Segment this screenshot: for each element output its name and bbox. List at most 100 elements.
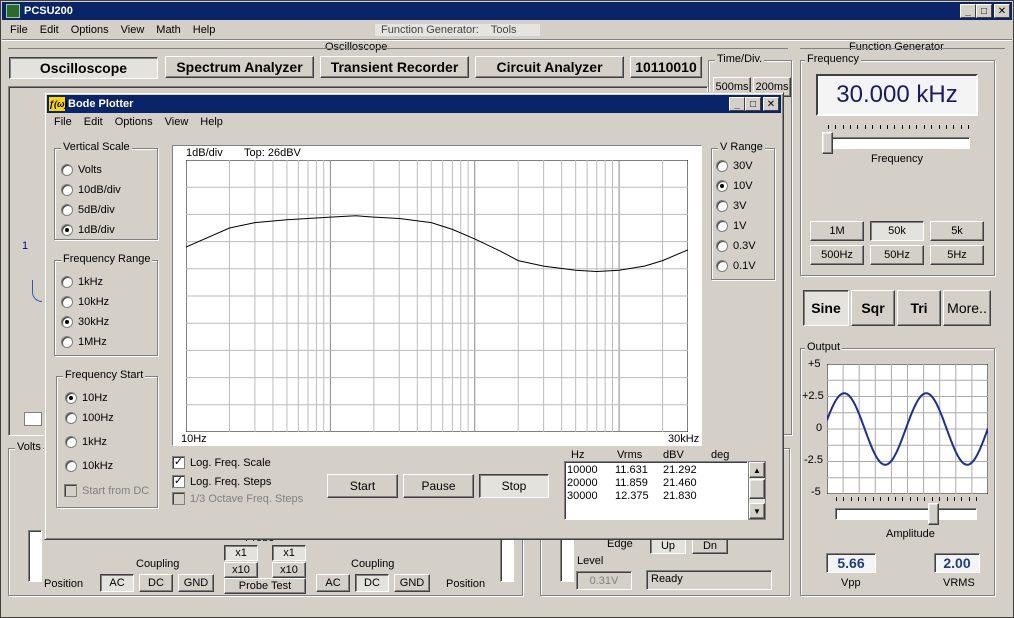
bode-minimize-button[interactable]: _	[729, 97, 745, 111]
wave-sine-button[interactable]: Sine	[803, 290, 849, 326]
table-row[interactable]: 10000 11.631 21.292	[567, 464, 745, 477]
menu-options[interactable]: Options	[65, 24, 115, 36]
vertical-scale-radio-5db-div[interactable]: 5dB/div	[61, 204, 115, 216]
frequency-range-radio-30khz[interactable]: 30kHz	[61, 316, 109, 328]
main-close-button[interactable]: ✕	[994, 4, 1010, 18]
start-from-dc-checkbox[interactable]: Start from DC	[64, 484, 149, 497]
bode-menu-edit[interactable]: Edit	[78, 116, 109, 128]
coupling-left-dc-button[interactable]: DC	[139, 574, 173, 592]
frequency-range-radio-10khz[interactable]: 10kHz	[61, 296, 109, 308]
table-row[interactable]: 20000 11.859 21.460	[567, 477, 745, 490]
coupling-left-gnd-button[interactable]: GND	[178, 574, 214, 592]
wave-more-button[interactable]: More..	[943, 290, 991, 326]
table-row[interactable]: 30000 12.375 21.830	[567, 490, 745, 503]
slider-tick	[953, 497, 955, 501]
v-range-radio-30v[interactable]: 30V	[716, 160, 753, 172]
menu-edit[interactable]: Edit	[34, 24, 65, 36]
output-group-title: Output	[805, 341, 843, 353]
coupling-right-ac-button[interactable]: AC	[316, 574, 350, 592]
slider-tick	[835, 125, 837, 129]
range-1m-button[interactable]: 1M	[810, 221, 864, 241]
bode-menu-file[interactable]: File	[48, 116, 78, 128]
v-range-radio-10v[interactable]: 10V	[716, 180, 753, 192]
radio-label: 1dB/div	[78, 224, 115, 236]
vertical-scale-radio-1db-div[interactable]: 1dB/div	[61, 224, 115, 236]
main-maximize-button[interactable]: □	[976, 4, 992, 18]
frequency-slider-thumb[interactable]	[822, 132, 833, 154]
coupling-left-ac-button[interactable]: AC	[100, 574, 134, 592]
menu-tools[interactable]: Tools	[485, 24, 523, 36]
frequency-slider-ticks	[828, 125, 969, 131]
table-cell: 12.375	[615, 490, 649, 502]
vertical-scale-radio-10db-div[interactable]: 10dB/div	[61, 184, 121, 196]
bode-menu-help[interactable]: Help	[194, 116, 229, 128]
menu-function-generator[interactable]: Function Generator:	[375, 24, 485, 36]
slider-tick	[939, 497, 941, 501]
log-freq-steps-checkbox[interactable]: ✓ Log. Freq. Steps	[172, 475, 271, 488]
wave-tri-button[interactable]: Tri	[897, 290, 941, 326]
range-5hz-button[interactable]: 5Hz	[930, 245, 984, 265]
v-range-radio-0-3v[interactable]: 0.3V	[716, 240, 756, 252]
amplitude-label: Amplitude	[886, 528, 935, 540]
radio-label: 10dB/div	[78, 184, 121, 196]
vpp-label: Vpp	[841, 577, 861, 589]
coupling-right-gnd-button[interactable]: GND	[394, 574, 430, 592]
amplitude-slider-track[interactable]	[835, 508, 977, 520]
octave-steps-checkbox[interactable]: 1/3 Octave Freq. Steps	[172, 492, 303, 505]
range-50hz-button[interactable]: 50Hz	[870, 245, 924, 265]
range-50k-button[interactable]: 50k	[870, 221, 924, 241]
trigger-slider[interactable]	[560, 538, 574, 582]
coupling-right-dc-button[interactable]: DC	[355, 574, 389, 592]
probe-right-x1-button[interactable]: x1	[272, 545, 306, 561]
table-scroll-down-button[interactable]: ▼	[749, 503, 765, 519]
tab-transient-recorder[interactable]: Transient Recorder	[320, 56, 469, 78]
bode-close-button[interactable]: ✕	[763, 97, 779, 111]
bode-menu-options[interactable]: Options	[109, 116, 159, 128]
tab-oscilloscope[interactable]: Oscilloscope	[9, 57, 158, 79]
wave-sqr-button[interactable]: Sqr	[851, 290, 895, 326]
v-range-radio-1v[interactable]: 1V	[716, 220, 746, 232]
frequency-range-radio-1khz[interactable]: 1kHz	[61, 276, 103, 288]
amplitude-slider-thumb[interactable]	[928, 503, 939, 525]
bode-maximize-button[interactable]: □	[745, 97, 761, 111]
probe-left-x10-button[interactable]: x10	[224, 562, 258, 578]
left-volts-slider[interactable]	[28, 530, 42, 582]
stop-button[interactable]: Stop	[479, 474, 549, 498]
vertical-scale-radio-volts[interactable]: Volts	[61, 164, 102, 176]
main-minimize-button[interactable]: _	[960, 4, 976, 18]
menu-help[interactable]: Help	[187, 24, 222, 36]
frequency-start-radio-1khz[interactable]: 1kHz	[65, 436, 107, 448]
menu-math[interactable]: Math	[150, 24, 186, 36]
menu-file[interactable]: File	[4, 24, 34, 36]
frequency-start-radio-100hz[interactable]: 100Hz	[65, 412, 114, 424]
range-5k-button[interactable]: 5k	[930, 221, 984, 241]
tab-spectrum-analyzer[interactable]: Spectrum Analyzer	[165, 56, 314, 78]
radio-dot	[61, 316, 73, 328]
log-freq-scale-checkbox[interactable]: ✓ Log. Freq. Scale	[172, 456, 271, 469]
v-range-radio-0-1v[interactable]: 0.1V	[716, 260, 756, 272]
tab-circuit-analyzer[interactable]: Circuit Analyzer	[475, 56, 624, 78]
start-button[interactable]: Start	[327, 474, 398, 498]
slider-tick	[850, 497, 852, 501]
probe-left-x1-button[interactable]: x1	[224, 545, 258, 561]
menu-view[interactable]: View	[115, 24, 151, 36]
data-table[interactable]: 10000 11.631 21.292 20000 11.859 21.460 30000 1…	[564, 461, 748, 520]
table-scroll-thumb[interactable]	[749, 479, 765, 499]
tab-binary[interactable]: 10110010	[630, 56, 702, 78]
frequency-slider-track[interactable]	[828, 137, 970, 149]
probe-test-button[interactable]: Probe Test	[224, 578, 306, 594]
table-scroll-up-button[interactable]: ▲	[749, 462, 765, 478]
position-left-label: Position	[44, 578, 84, 590]
amplitude-slider-ticks	[836, 497, 977, 503]
frequency-start-radio-10khz[interactable]: 10kHz	[65, 460, 113, 472]
probe-right-x10-button[interactable]: x10	[272, 562, 306, 578]
v-range-radio-3v[interactable]: 3V	[716, 200, 746, 212]
frequency-start-radio-10hz[interactable]: 10Hz	[65, 392, 108, 404]
pause-button[interactable]: Pause	[403, 474, 474, 498]
bode-menu-view[interactable]: View	[159, 116, 195, 128]
table-cell: 11.859	[615, 477, 648, 489]
frequency-range-radio-1mhz[interactable]: 1MHz	[61, 336, 107, 348]
table-cell: 30000	[567, 490, 598, 502]
range-500hz-button[interactable]: 500Hz	[810, 245, 864, 265]
slider-tick	[842, 125, 844, 129]
